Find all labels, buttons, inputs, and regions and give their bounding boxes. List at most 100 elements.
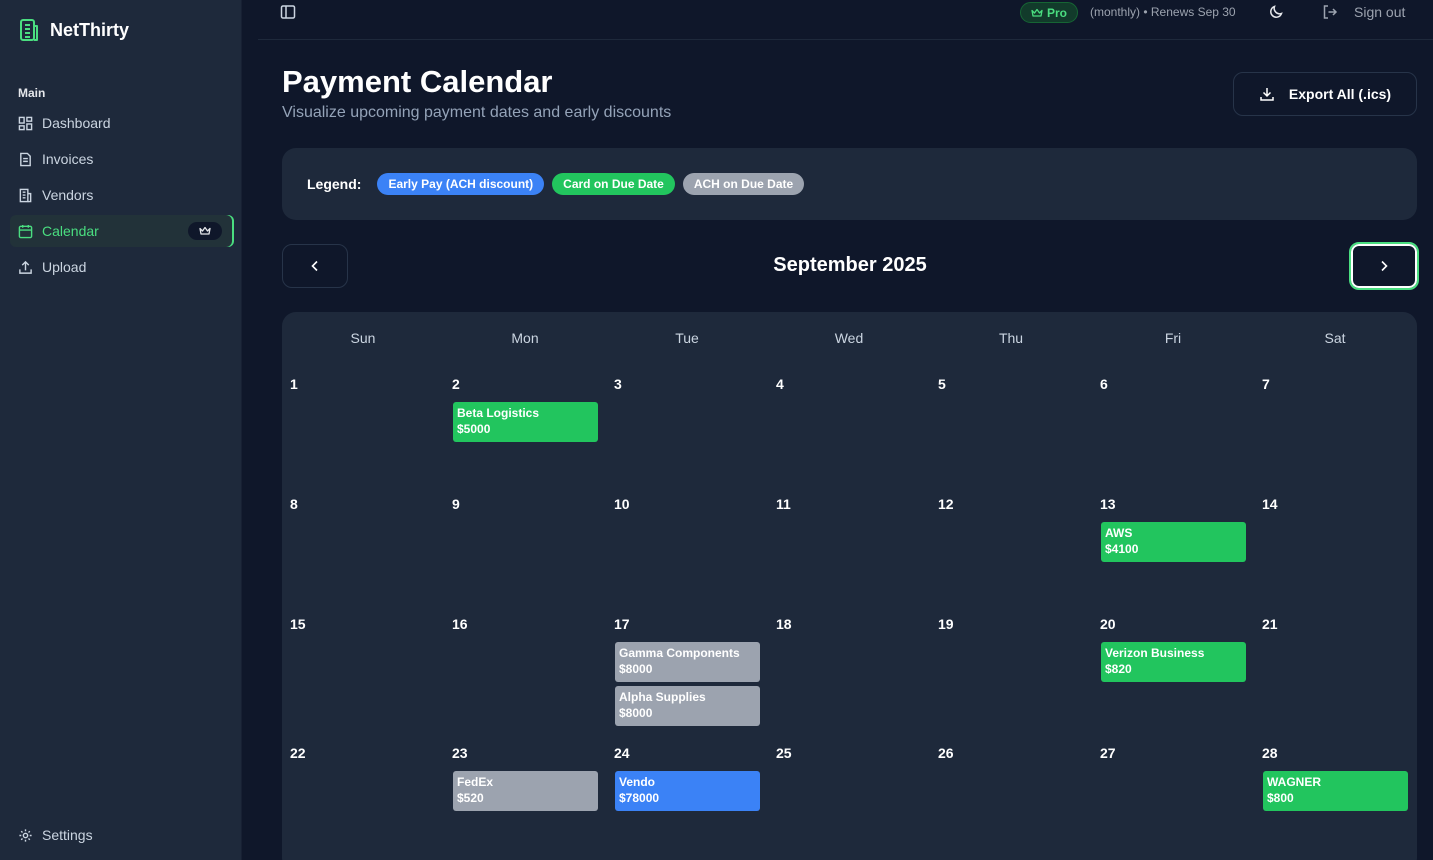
event-vendor: Beta Logistics: [457, 406, 540, 420]
sidebar-nav: Dashboard Invoices Vendors Calendar Uplo…: [10, 107, 234, 287]
event-amount: $5000: [457, 422, 491, 436]
day-number: 16: [452, 616, 468, 632]
day-number: 19: [938, 616, 954, 632]
event-amount: $8000: [619, 706, 653, 720]
sign-out-icon: [1323, 5, 1338, 19]
toggle-sidebar-button[interactable]: [280, 4, 296, 25]
legend-early-pay: Early Pay (ACH discount): [377, 173, 545, 195]
day-number: 7: [1262, 376, 1270, 392]
sidebar-item-calendar[interactable]: Calendar: [10, 215, 234, 247]
weekday-tue: Tue: [675, 330, 699, 346]
topbar: Pro (monthly) • Renews Sep 30 Sign out: [258, 0, 1433, 40]
theme-toggle-button[interactable]: [1268, 4, 1284, 25]
day-number: 1: [290, 376, 298, 392]
sidebar-item-settings[interactable]: Settings: [18, 827, 93, 843]
weekday-thu: Thu: [998, 330, 1024, 346]
dashboard-icon: [18, 116, 33, 130]
payment-event[interactable]: AWS $4100: [1101, 522, 1246, 562]
payment-event[interactable]: Verizon Business $820: [1101, 642, 1246, 682]
day-number: 27: [1100, 745, 1116, 761]
export-ics-button[interactable]: Export All (.ics): [1233, 72, 1417, 116]
sidebar-item-vendors[interactable]: Vendors: [10, 179, 234, 211]
plan-badge: Pro: [1020, 2, 1079, 23]
day-number: 24: [614, 745, 630, 761]
day-number: 13: [1100, 496, 1116, 512]
sidebar-item-label: Upload: [42, 259, 87, 275]
next-month-button[interactable]: [1349, 242, 1419, 290]
page-subtitle: Visualize upcoming payment dates and ear…: [282, 104, 672, 121]
day-number: 23: [452, 745, 468, 761]
payment-event[interactable]: Beta Logistics $5000: [453, 402, 598, 442]
weekday-sat: Sat: [1324, 330, 1346, 346]
day-number: 4: [776, 376, 784, 392]
sidebar-item-label: Dashboard: [42, 115, 111, 131]
payment-event[interactable]: WAGNER $800: [1263, 771, 1408, 811]
sidebar-item-label: Calendar: [42, 223, 99, 239]
event-vendor: Gamma Components: [619, 646, 740, 660]
payment-event[interactable]: Gamma Components $8000: [615, 642, 760, 682]
calendar-icon: [18, 224, 33, 238]
crown-icon: [1031, 8, 1043, 17]
day-number: 26: [938, 745, 954, 761]
chevron-left-icon: [311, 260, 318, 272]
page-title: Payment Calendar: [282, 64, 553, 99]
weekday-mon: Mon: [511, 330, 539, 346]
month-label: September 2025: [773, 254, 927, 276]
gear-icon: [19, 828, 32, 842]
event-vendor: Vendo: [619, 775, 656, 789]
day-number: 18: [776, 616, 792, 632]
day-number: 14: [1262, 496, 1278, 512]
payment-event[interactable]: FedEx $520: [453, 771, 598, 811]
sidebar-item-label: Invoices: [42, 151, 94, 167]
sidebar-item-label: Vendors: [42, 187, 94, 203]
day-number: 8: [290, 496, 298, 512]
app-logo[interactable]: NetThirty: [18, 18, 129, 42]
document-icon: [20, 152, 31, 166]
event-vendor: FedEx: [457, 775, 494, 789]
event-amount: $78000: [619, 791, 660, 805]
building-icon: [19, 188, 32, 202]
settings-label: Settings: [42, 827, 93, 843]
legend-card-due: Card on Due Date: [552, 173, 675, 195]
event-vendor: Verizon Business: [1105, 646, 1205, 660]
day-number: 28: [1262, 745, 1278, 761]
sign-out-button[interactable]: Sign out: [1322, 4, 1405, 20]
weekday-fri: Fri: [1164, 330, 1182, 346]
app-name: NetThirty: [50, 19, 130, 40]
legend-label: Legend:: [307, 176, 362, 192]
day-number: 10: [614, 496, 630, 512]
payment-event[interactable]: Alpha Supplies $8000: [615, 686, 760, 726]
day-number: 9: [452, 496, 460, 512]
event-amount: $4100: [1105, 542, 1139, 556]
event-amount: $520: [457, 791, 484, 805]
renewal-text: (monthly) • Renews Sep 30: [1090, 5, 1236, 19]
upload-icon: [19, 260, 32, 274]
day-number: 3: [614, 376, 622, 392]
sidebar: NetThirty Main Dashboard Invoices Vendor…: [0, 0, 242, 860]
day-number: 5: [938, 376, 946, 392]
payment-event[interactable]: Vendo $78000: [615, 771, 760, 811]
day-number: 11: [776, 496, 791, 512]
prev-month-button[interactable]: [282, 244, 348, 288]
export-label: Export All (.ics): [1288, 86, 1392, 102]
day-number: 2: [452, 376, 460, 392]
event-amount: $800: [1267, 791, 1294, 805]
sidebar-item-upload[interactable]: Upload: [10, 251, 234, 283]
nav-section-label: Main: [18, 86, 46, 100]
sidebar-item-dashboard[interactable]: Dashboard: [10, 107, 234, 139]
day-number: 22: [290, 745, 306, 761]
weekday-sun: Sun: [350, 330, 376, 346]
chevron-right-icon: [1381, 260, 1388, 272]
download-icon: [1260, 88, 1274, 101]
event-amount: $820: [1105, 662, 1132, 676]
weekday-wed: Wed: [834, 330, 864, 346]
sidebar-item-invoices[interactable]: Invoices: [10, 143, 234, 175]
event-vendor: WAGNER: [1267, 775, 1321, 789]
sign-out-label: Sign out: [1354, 4, 1406, 20]
moon-icon: [1270, 5, 1283, 18]
event-vendor: AWS: [1105, 526, 1133, 540]
plan-label: Pro: [1047, 5, 1068, 20]
day-number: 21: [1262, 616, 1278, 632]
pro-feature-badge: [188, 222, 222, 240]
day-number: 12: [938, 496, 954, 512]
